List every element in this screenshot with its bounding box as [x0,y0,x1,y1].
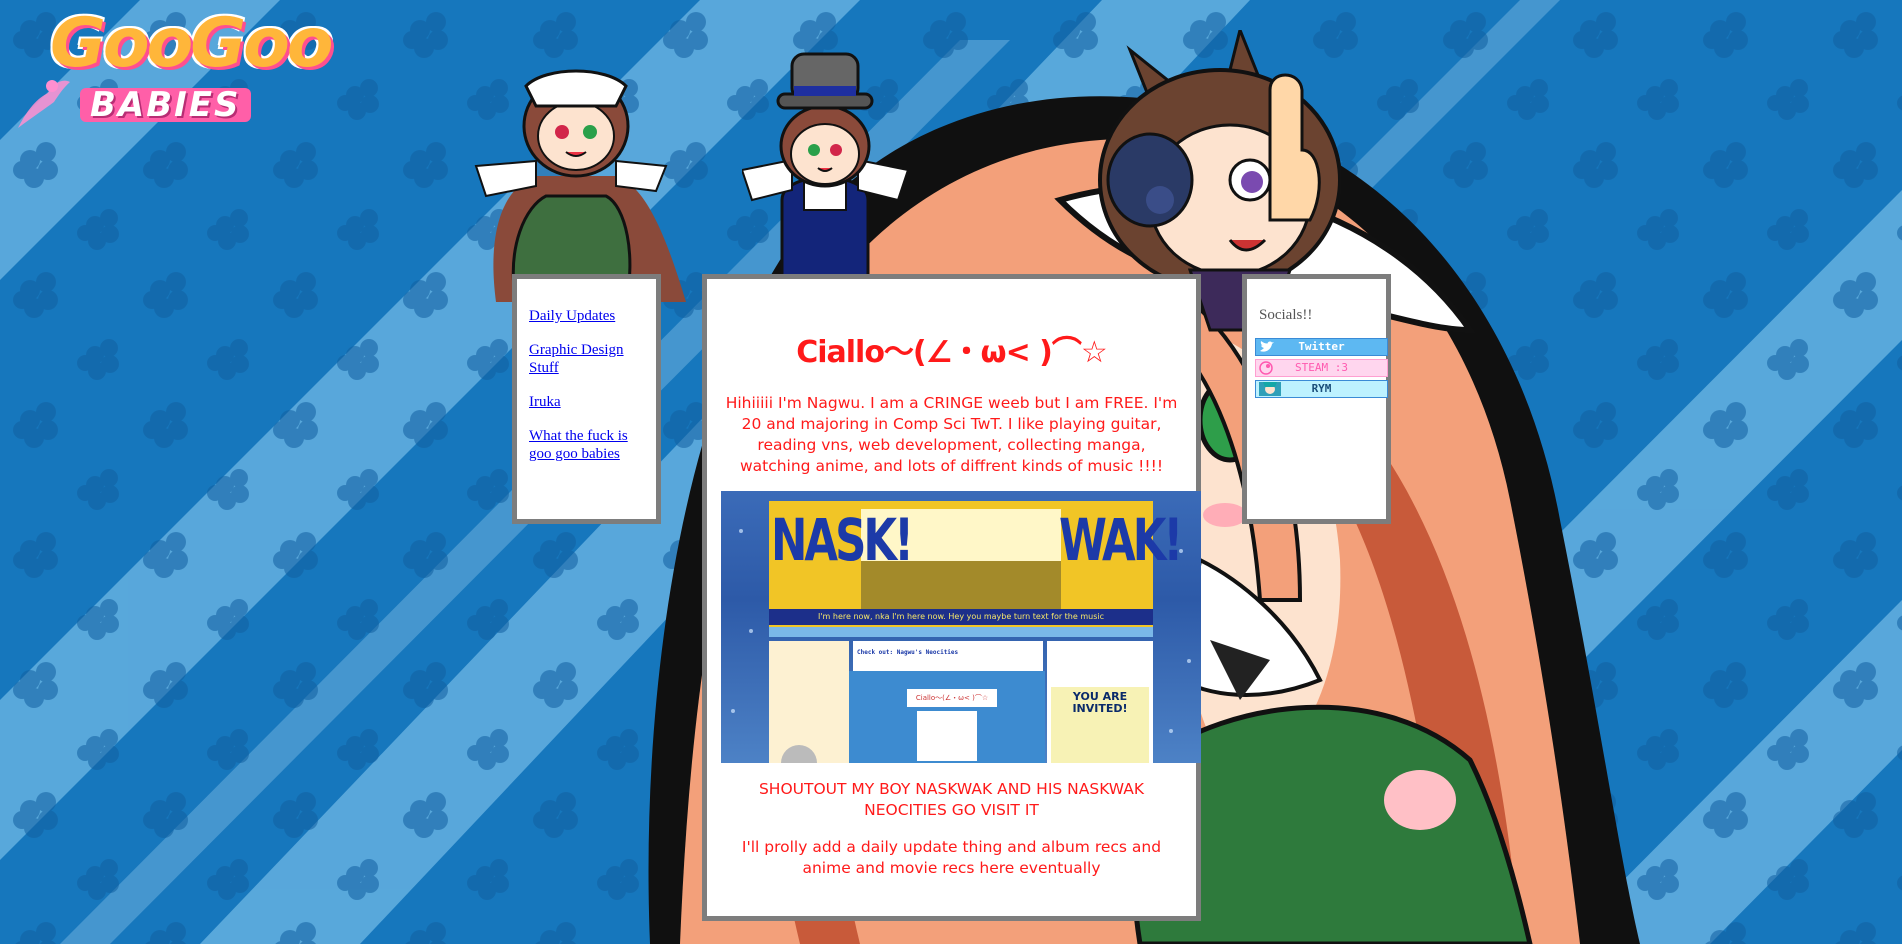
chibi-suiseiseki-sprite [474,69,686,302]
rym-badge-label: RYM [1311,382,1332,395]
socials-panel: Socials!! Twitter STEAM :3 RYM [1242,274,1391,524]
socials-heading: Socials!! [1259,307,1313,323]
logo-title-goo-goo: GooGoo [50,4,333,83]
steam-badge-label: STEAM :3 [1295,361,1348,374]
twitter-badge-button[interactable]: Twitter [1255,338,1388,356]
preview-ticker: I'm here now, nka I'm here now. Hey you … [818,612,1104,621]
preview-invite-text: YOU ARE INVITED! [1072,690,1128,715]
steam-icon [1259,361,1273,375]
preview-link-text: Check out: Nagwu's Neocities [857,649,959,656]
preview-nask-word: NASK! [771,506,914,574]
rym-badge-button[interactable]: RYM [1255,380,1388,398]
intro-text: Hihiiiii I'm Nagwu. I am a CRINGE weeb b… [725,394,1178,475]
naskwak-site-preview-image[interactable]: NASK! WAK! I'm here now, nka I'm here no… [721,491,1201,763]
steam-badge-button[interactable]: STEAM :3 [1255,359,1388,377]
preview-wak-word: WAK! [1059,506,1183,574]
future-plans-text: I'll prolly add a daily update thing and… [741,838,1162,877]
main-content-panel: Ciallo～(∠・ω< )⌒☆ Hihiiiii I'm Nagwu. I a… [702,274,1201,921]
nav-link-daily-updates[interactable]: Daily Updates [529,307,644,325]
nav-panel: Daily Updates Graphic Design Stuff Iruka… [512,274,661,524]
shoutout-text: SHOUTOUT MY BOY NASKWAK AND HIS NASKWAK … [758,780,1145,819]
site-logo[interactable]: GooGoo BABIES [8,10,333,130]
preview-ciallo-mini: Ciallo～(∠・ω< )⌒☆ [915,694,989,702]
nav-link-iruka[interactable]: Iruka [529,393,644,411]
nav-link-graphic-design[interactable]: Graphic Design Stuff [529,341,644,377]
anime-girl-icon [1259,382,1281,396]
logo-title-babies: BABIES [80,88,251,122]
twitter-badge-label: Twitter [1298,340,1345,353]
page-title: Ciallo～(∠・ω< )⌒☆ [796,335,1108,370]
twitter-bird-icon [1260,341,1274,352]
chibi-souseiseki-sprite [742,52,908,286]
nav-link-what-is-goo-goo-babies[interactable]: What the fuck is goo goo babies [529,427,644,463]
